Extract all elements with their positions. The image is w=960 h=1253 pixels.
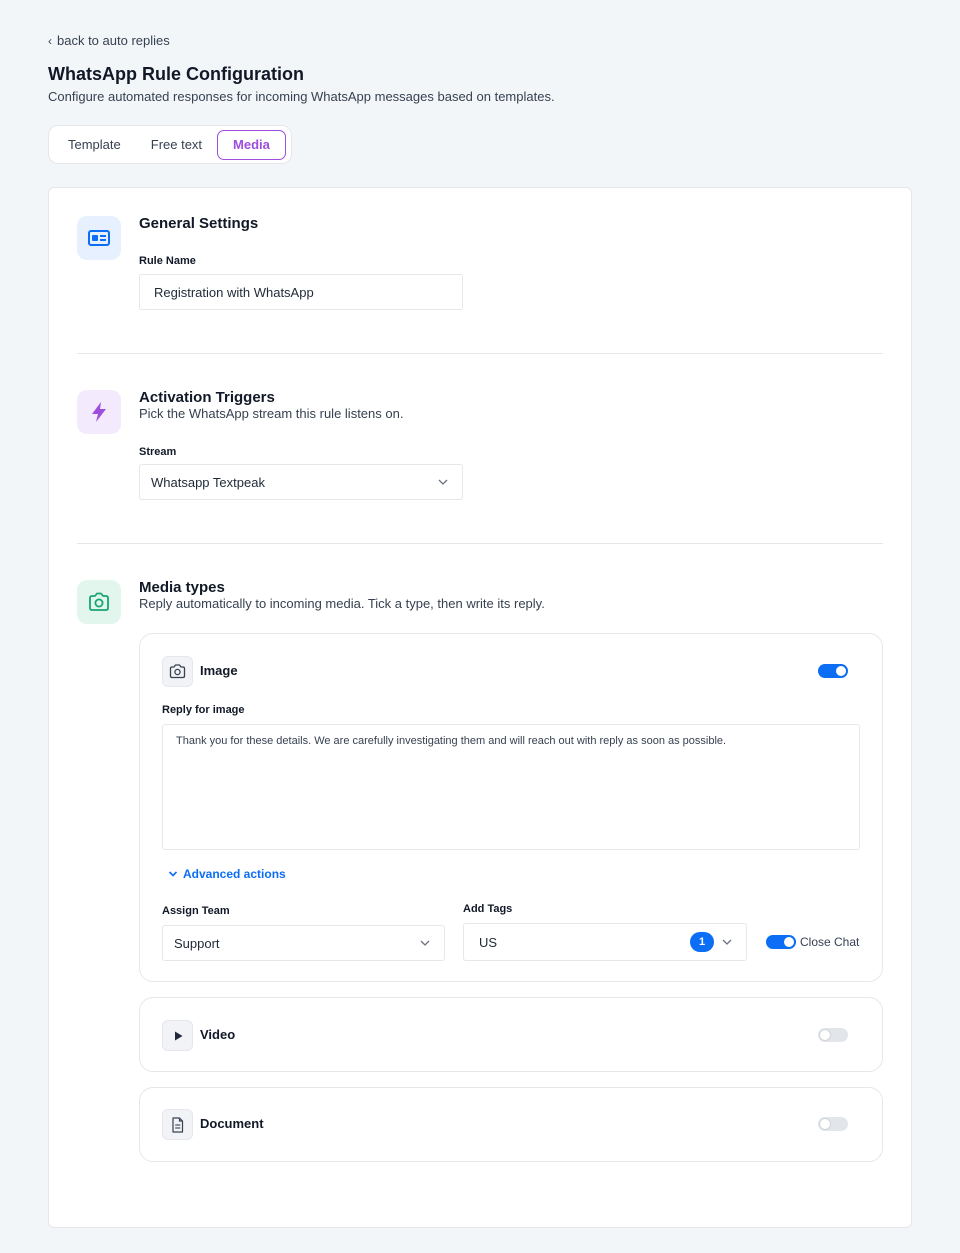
page-title: WhatsApp Rule Configuration: [48, 64, 304, 84]
rule-name-label: Rule Name: [139, 255, 196, 267]
close-chat-toggle[interactable]: [766, 935, 796, 949]
activation-triggers-title: Activation Triggers: [139, 389, 275, 406]
video-type-name: Video: [200, 1027, 236, 1042]
activation-triggers-description: Pick the WhatsApp stream this rule liste…: [139, 406, 404, 421]
chevron-left-icon: ‹: [48, 33, 52, 48]
mode-tabs: Template Free text Media: [48, 125, 292, 164]
media-types-title: Media types: [139, 579, 225, 596]
document-toggle[interactable]: [818, 1117, 848, 1131]
stream-label: Stream: [139, 446, 177, 458]
close-chat-label: Close Chat: [800, 935, 860, 949]
back-to-auto-replies-link[interactable]: ‹ back to auto replies: [48, 33, 170, 48]
image-type-name: Image: [200, 663, 238, 678]
rule-config-card: General Settings Rule Name Registration …: [48, 187, 912, 1228]
document-icon: [162, 1109, 193, 1140]
stream-select[interactable]: Whatsapp Textpeak: [139, 464, 463, 500]
stream-value: Whatsapp Textpeak: [151, 474, 265, 490]
chevron-down-icon: [438, 479, 448, 485]
assign-team-select[interactable]: Support: [162, 925, 445, 961]
general-settings-title: General Settings: [139, 215, 259, 232]
rule-name-input[interactable]: Registration with WhatsApp: [139, 274, 463, 310]
chevron-down-icon: [722, 939, 732, 945]
page-subtitle: Configure automated responses for incomi…: [48, 89, 555, 104]
chevron-down-icon: [168, 871, 178, 877]
add-tags-select[interactable]: US 1: [463, 923, 747, 961]
add-tags-label: Add Tags: [463, 903, 513, 915]
section-divider: [77, 353, 883, 354]
advanced-actions-label: Advanced actions: [183, 867, 286, 881]
assign-team-label: Assign Team: [162, 905, 230, 917]
reply-for-image-textarea[interactable]: Thank you for these details. We are care…: [162, 724, 860, 850]
back-link-label: back to auto replies: [57, 33, 170, 48]
reply-for-image-label: Reply for image: [162, 704, 245, 716]
add-tags-value: US: [479, 934, 498, 950]
video-toggle[interactable]: [818, 1028, 848, 1042]
media-type-document: Document: [139, 1087, 883, 1162]
chevron-down-icon: [420, 940, 430, 946]
camera-icon: [162, 656, 193, 687]
advanced-actions-toggle[interactable]: Advanced actions: [168, 867, 286, 881]
tags-count-badge: 1: [690, 932, 714, 952]
rule-name-value: Registration with WhatsApp: [154, 284, 314, 300]
media-types-description: Reply automatically to incoming media. T…: [139, 596, 545, 611]
id-card-icon: [77, 216, 121, 260]
tab-media[interactable]: Media: [217, 129, 286, 160]
section-divider: [77, 543, 883, 544]
tab-free-text[interactable]: Free text: [136, 130, 217, 160]
image-toggle[interactable]: [818, 664, 848, 678]
play-icon: [162, 1020, 193, 1051]
assign-team-value: Support: [174, 935, 220, 951]
lightning-icon: [77, 390, 121, 434]
media-type-image: Image Reply for image Thank you for thes…: [139, 633, 883, 982]
camera-icon: [77, 580, 121, 624]
tab-template[interactable]: Template: [53, 130, 136, 160]
document-type-name: Document: [200, 1116, 264, 1131]
media-type-video: Video: [139, 997, 883, 1072]
